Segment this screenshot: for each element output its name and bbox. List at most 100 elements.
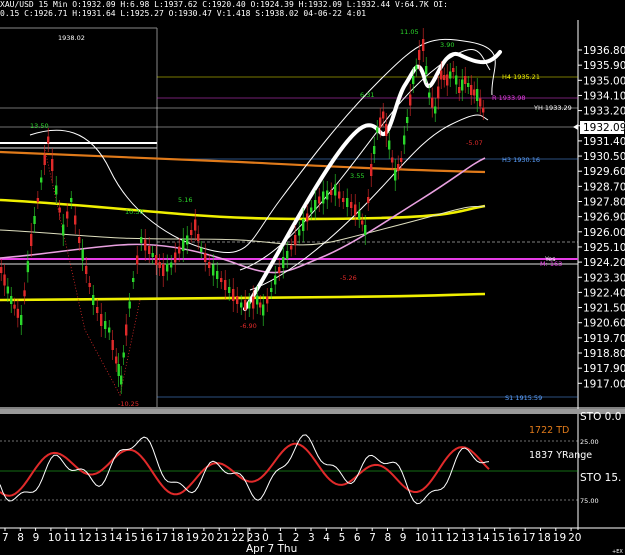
time-tick-label: 16 bbox=[140, 532, 154, 544]
candle-body bbox=[434, 106, 437, 114]
candle-body bbox=[51, 159, 54, 171]
candle-body bbox=[406, 117, 409, 123]
price-axis[interactable]: 1936.80 1935.90 1935.00 1934.10 1933.20 1932.… bbox=[578, 45, 625, 390]
candle-body bbox=[197, 234, 200, 241]
candle-body bbox=[394, 169, 397, 181]
time-tick-label: 16 bbox=[507, 532, 521, 544]
annot-peak2: 3.90 bbox=[440, 41, 454, 49]
candle-body bbox=[155, 255, 158, 265]
candle-body bbox=[342, 198, 345, 202]
candle-body bbox=[132, 278, 135, 282]
price-tick-label: 1920.60 bbox=[583, 318, 625, 330]
candle-body bbox=[452, 68, 455, 72]
annot-mid3: 6.31 bbox=[360, 91, 374, 99]
candle-body bbox=[136, 255, 139, 265]
time-tick-label: 9 bbox=[33, 532, 40, 544]
candle-body bbox=[467, 83, 470, 87]
h4-label: H4 1935.21 bbox=[502, 73, 540, 81]
candle-body bbox=[476, 89, 479, 101]
annot-mid4: 3.55 bbox=[350, 172, 364, 180]
candle-body bbox=[428, 92, 431, 98]
time-tick-label: 4 bbox=[323, 532, 330, 544]
candle-body bbox=[382, 111, 385, 119]
time-tick-label: 14 bbox=[476, 532, 490, 544]
time-tick-label: 5 bbox=[339, 532, 346, 544]
time-tick-label: 17 bbox=[522, 532, 535, 544]
candle-body bbox=[162, 264, 165, 276]
candle-body bbox=[182, 239, 185, 251]
price-tick-label: 1936.80 bbox=[583, 45, 625, 57]
candle-body bbox=[108, 327, 111, 333]
candle-body bbox=[400, 158, 403, 162]
pink-ma bbox=[0, 157, 486, 274]
price-tick-label: 1935.90 bbox=[583, 60, 625, 72]
candle-body bbox=[117, 364, 120, 376]
candle-body bbox=[403, 135, 406, 145]
candle-body bbox=[58, 207, 61, 213]
price-tick-label: 1926.00 bbox=[583, 227, 625, 239]
candle-body bbox=[240, 302, 243, 308]
time-tick-label: 18 bbox=[170, 532, 183, 544]
time-tick-label: 9 bbox=[400, 532, 407, 544]
candle-body bbox=[318, 196, 321, 204]
time-tick-label: 10 bbox=[415, 532, 428, 544]
candle-body bbox=[111, 340, 114, 350]
time-tick-label: 13 bbox=[94, 532, 107, 544]
price-tick-label: 1934.10 bbox=[583, 90, 625, 102]
candle-body bbox=[248, 301, 251, 309]
zigzag-line bbox=[44, 149, 141, 397]
h3-label: H3 1930.16 bbox=[502, 156, 540, 164]
candle-body bbox=[122, 352, 125, 358]
candle-body bbox=[449, 71, 452, 79]
time-tick-label: 7 bbox=[369, 532, 376, 544]
candle-body bbox=[92, 295, 95, 305]
time-tick-label: 13 bbox=[461, 532, 474, 544]
candle-body bbox=[364, 225, 367, 235]
candle-body bbox=[16, 308, 20, 318]
osc-axis-75: 75.00 bbox=[580, 497, 599, 505]
candle-body bbox=[334, 184, 337, 196]
panel-separator-bar[interactable] bbox=[0, 409, 625, 414]
candle-body bbox=[26, 261, 30, 273]
candle-body bbox=[418, 50, 421, 60]
candle-body bbox=[30, 234, 33, 246]
time-axis[interactable]: 7 8 9 10 11 12 13 14 15 16 17 18 19 20 21 22 23 0 1 2 3 4 5 6 7 8… bbox=[2, 528, 581, 544]
time-tick-label: 12 bbox=[446, 532, 459, 544]
candle-body bbox=[224, 280, 227, 290]
candle-body bbox=[461, 79, 464, 91]
candle-body bbox=[376, 127, 379, 133]
candle-body bbox=[370, 164, 373, 176]
time-tick-label: 6 bbox=[354, 532, 361, 544]
candle-body bbox=[470, 85, 473, 95]
osc-signal-line bbox=[0, 442, 490, 497]
price-tick-label: 1922.40 bbox=[583, 287, 625, 299]
candle-body bbox=[10, 296, 13, 304]
osc-label-yrange: 1837 YRange bbox=[529, 450, 592, 461]
candle-body bbox=[36, 198, 40, 202]
candle-body bbox=[55, 185, 58, 195]
candle-body bbox=[350, 202, 353, 208]
candle-body bbox=[96, 307, 99, 313]
candle-body bbox=[431, 97, 434, 108]
candle-body bbox=[174, 252, 177, 263]
candle-body bbox=[262, 304, 265, 316]
candle-body bbox=[458, 87, 461, 93]
time-tick-label: 21 bbox=[216, 532, 229, 544]
time-tick-label: 14 bbox=[109, 532, 123, 544]
candle-body bbox=[358, 211, 361, 219]
candle-body bbox=[166, 263, 169, 272]
price-tick-label: 1930.50 bbox=[583, 151, 625, 163]
candle-body bbox=[62, 224, 65, 236]
candle-body bbox=[326, 190, 329, 200]
candle-body bbox=[200, 248, 203, 252]
candle-body bbox=[43, 155, 46, 165]
candle-body bbox=[78, 237, 81, 243]
candle-body bbox=[81, 249, 84, 261]
price-chart[interactable]: 1938.02 13.50 10.30 5.16 -6.90 -5.26 -10… bbox=[0, 0, 625, 555]
candle-body bbox=[379, 117, 382, 128]
candle-body bbox=[266, 296, 269, 304]
time-tick-label: 19 bbox=[553, 532, 566, 544]
candle-body bbox=[302, 219, 305, 231]
candle-body bbox=[20, 315, 23, 325]
price-tick-label: 1927.80 bbox=[583, 197, 625, 209]
